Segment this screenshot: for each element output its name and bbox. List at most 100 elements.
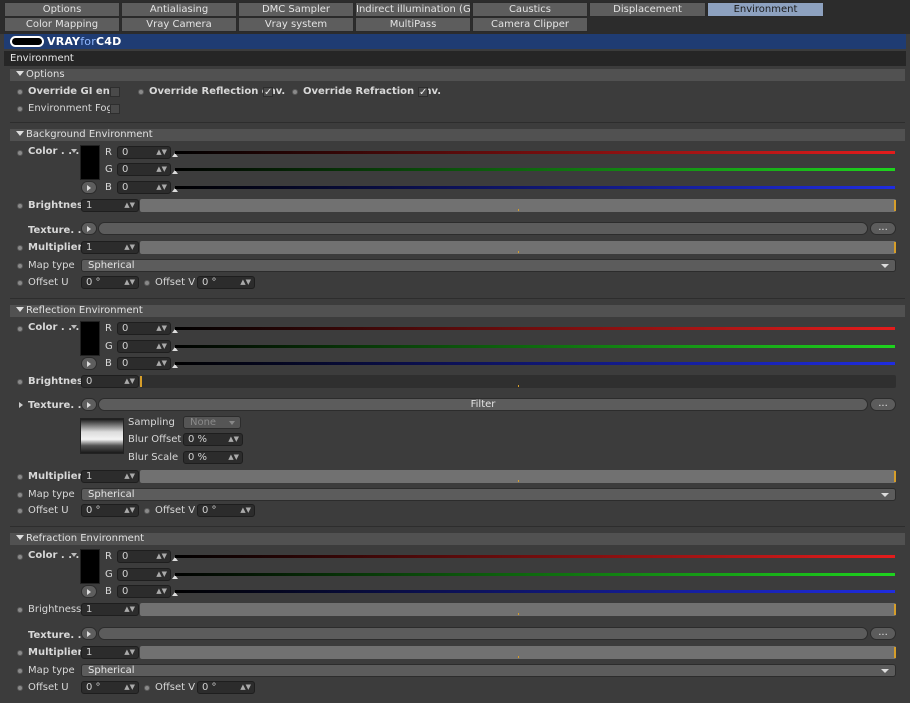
spinner-icon[interactable]: ▲▼ <box>124 277 135 288</box>
override-reflection-checkbox[interactable]: ✓ <box>263 87 273 98</box>
refr-map-type-dropdown[interactable]: Spherical <box>81 664 896 677</box>
tab-vray-camera[interactable]: Vray Camera <box>121 17 237 32</box>
bg-texture-button[interactable] <box>98 222 868 235</box>
tab-environment[interactable]: Environment <box>707 2 824 17</box>
override-refraction-checkbox[interactable]: ✓ <box>418 87 428 98</box>
refr-g-slider[interactable] <box>175 573 895 576</box>
refraction-section-header[interactable]: Refraction Environment <box>10 533 905 545</box>
blur-offset-input[interactable]: 0 % ▲▼ <box>183 433 243 446</box>
anim-dot-icon[interactable] <box>292 89 298 95</box>
spinner-icon[interactable]: ▲▼ <box>124 682 135 693</box>
tab-dmc-sampler[interactable]: DMC Sampler <box>238 2 354 17</box>
bg-g-slider[interactable] <box>175 168 895 171</box>
reflection-section-header[interactable]: Reflection Environment <box>10 305 905 317</box>
spinner-icon[interactable]: ▲▼ <box>156 182 167 193</box>
texture-menu-button[interactable] <box>81 398 97 411</box>
chevron-down-icon[interactable] <box>71 553 77 557</box>
spinner-icon[interactable]: ▲▼ <box>228 452 239 463</box>
anim-dot-icon[interactable] <box>17 150 23 156</box>
color-mode-button[interactable] <box>81 585 97 598</box>
bg-b-slider[interactable] <box>175 186 895 189</box>
anim-dot-icon[interactable] <box>17 245 23 251</box>
anim-dot-icon[interactable] <box>17 668 23 674</box>
color-mode-button[interactable] <box>81 357 97 370</box>
refl-texture-button[interactable]: Filter <box>98 398 868 411</box>
anim-dot-icon[interactable] <box>17 650 23 656</box>
spinner-icon[interactable]: ▲▼ <box>156 323 167 334</box>
spinner-icon[interactable]: ▲▼ <box>156 164 167 175</box>
environment-fog-checkbox[interactable] <box>110 104 120 114</box>
tab-indirect-illumination[interactable]: Indirect illumination (GI) <box>355 2 471 17</box>
anim-dot-icon[interactable] <box>17 203 23 209</box>
tab-color-mapping[interactable]: Color Mapping <box>4 17 120 32</box>
bg-multiplier-input[interactable]: 1 ▲▼ <box>81 241 139 254</box>
spinner-icon[interactable]: ▲▼ <box>240 682 251 693</box>
anim-dot-icon[interactable] <box>17 607 23 613</box>
spinner-icon[interactable]: ▲▼ <box>156 586 167 597</box>
anim-dot-icon[interactable] <box>144 280 150 286</box>
refl-brightness-slider[interactable] <box>140 375 896 388</box>
bg-map-type-dropdown[interactable]: Spherical <box>81 259 896 272</box>
chevron-down-icon[interactable] <box>71 325 77 329</box>
bg-b-input[interactable]: 0 ▲▼ <box>117 181 171 194</box>
anim-dot-icon[interactable] <box>17 326 23 332</box>
refr-offset-v-input[interactable]: 0 ° ▲▼ <box>197 681 255 694</box>
refr-r-input[interactable]: 0 ▲▼ <box>117 550 171 563</box>
spinner-icon[interactable]: ▲▼ <box>240 277 251 288</box>
refr-g-input[interactable]: 0 ▲▼ <box>117 568 171 581</box>
anim-dot-icon[interactable] <box>138 89 144 95</box>
expand-triangle-icon[interactable] <box>19 402 23 408</box>
spinner-icon[interactable]: ▲▼ <box>124 376 135 387</box>
anim-dot-icon[interactable] <box>17 508 23 514</box>
spinner-icon[interactable]: ▲▼ <box>124 647 135 658</box>
spinner-icon[interactable]: ▲▼ <box>228 434 239 445</box>
refl-texture-browse-button[interactable]: ... <box>870 398 896 411</box>
refl-b-slider[interactable] <box>175 362 895 365</box>
refr-color-swatch[interactable] <box>80 549 100 584</box>
anim-dot-icon[interactable] <box>144 508 150 514</box>
refl-r-input[interactable]: 0 ▲▼ <box>117 322 171 335</box>
tab-camera-clipper[interactable]: Camera Clipper <box>472 17 588 32</box>
refr-b-slider[interactable] <box>175 590 895 593</box>
tab-displacement[interactable]: Displacement <box>589 2 706 17</box>
bg-offset-u-input[interactable]: 0 ° ▲▼ <box>81 276 139 289</box>
options-section-header[interactable]: Options <box>10 69 905 81</box>
tab-options[interactable]: Options <box>4 2 120 17</box>
tab-antialiasing[interactable]: Antialiasing <box>121 2 237 17</box>
spinner-icon[interactable]: ▲▼ <box>156 358 167 369</box>
spinner-icon[interactable]: ▲▼ <box>156 551 167 562</box>
refr-b-input[interactable]: 0 ▲▼ <box>117 585 171 598</box>
tab-vray-system[interactable]: Vray system <box>238 17 354 32</box>
refl-offset-v-input[interactable]: 0 ° ▲▼ <box>197 504 255 517</box>
bg-offset-v-input[interactable]: 0 ° ▲▼ <box>197 276 255 289</box>
refl-color-swatch[interactable] <box>80 321 100 356</box>
anim-dot-icon[interactable] <box>17 492 23 498</box>
refl-g-slider[interactable] <box>175 345 895 348</box>
blur-scale-input[interactable]: 0 % ▲▼ <box>183 451 243 464</box>
texture-preview-thumbnail[interactable] <box>80 418 124 454</box>
refr-texture-browse-button[interactable]: ... <box>870 627 896 640</box>
override-gi-checkbox[interactable] <box>110 87 120 97</box>
bg-r-slider[interactable] <box>175 151 895 154</box>
bg-r-input[interactable]: 0 ▲▼ <box>117 146 171 159</box>
bg-g-input[interactable]: 0 ▲▼ <box>117 163 171 176</box>
bg-texture-browse-button[interactable]: ... <box>870 222 896 235</box>
bg-color-swatch[interactable] <box>80 145 100 180</box>
refr-texture-button[interactable] <box>98 627 868 640</box>
chevron-down-icon[interactable] <box>71 149 77 153</box>
refl-multiplier-input[interactable]: 1 ▲▼ <box>81 470 139 483</box>
refl-map-type-dropdown[interactable]: Spherical <box>81 488 896 501</box>
refr-multiplier-input[interactable]: 1 ▲▼ <box>81 646 139 659</box>
refl-offset-u-input[interactable]: 0 ° ▲▼ <box>81 504 139 517</box>
anim-dot-icon[interactable] <box>17 554 23 560</box>
spinner-icon[interactable]: ▲▼ <box>156 569 167 580</box>
refl-brightness-input[interactable]: 0 ▲▼ <box>81 375 139 388</box>
anim-dot-icon[interactable] <box>17 379 23 385</box>
anim-dot-icon[interactable] <box>17 106 23 112</box>
refr-brightness-slider[interactable] <box>140 603 896 616</box>
bg-multiplier-slider[interactable] <box>140 241 896 254</box>
bg-brightness-input[interactable]: 1 ▲▼ <box>81 199 139 212</box>
spinner-icon[interactable]: ▲▼ <box>124 200 135 211</box>
anim-dot-icon[interactable] <box>17 280 23 286</box>
refr-multiplier-slider[interactable] <box>140 646 896 659</box>
